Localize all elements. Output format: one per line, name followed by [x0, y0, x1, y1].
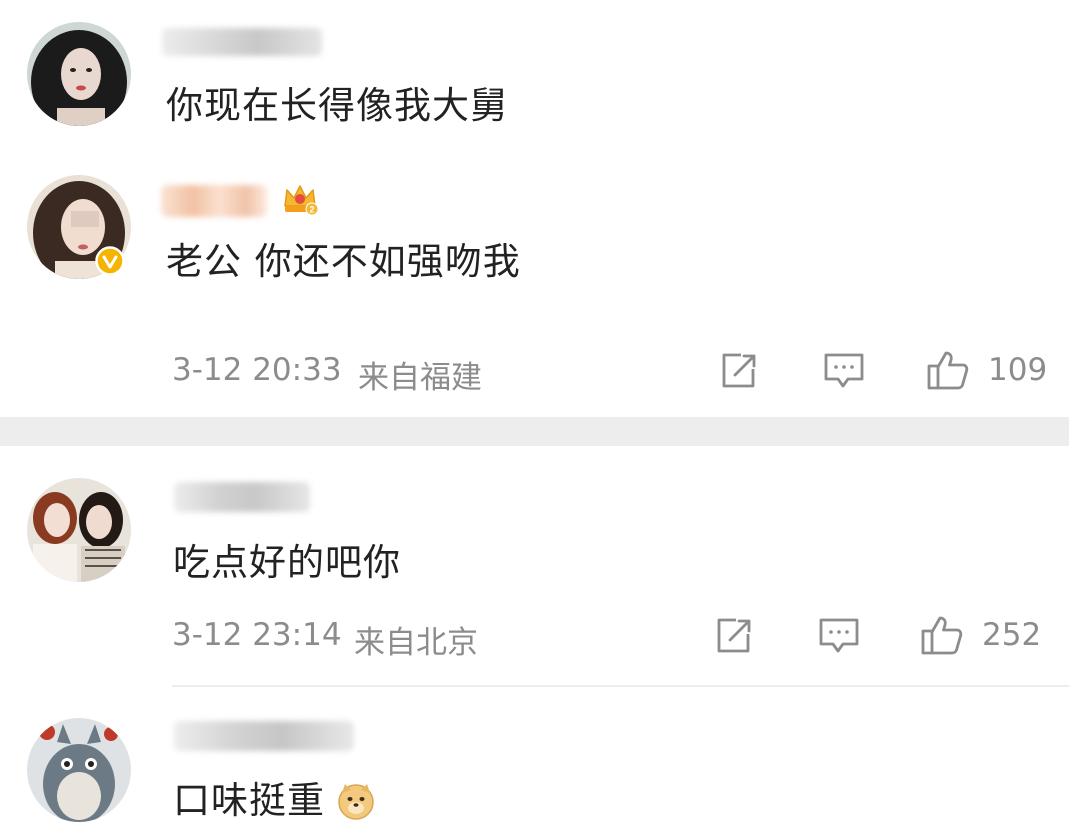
username-redacted[interactable]: [161, 185, 267, 217]
doge-emoji-icon: [338, 784, 374, 820]
timestamp: 3-12 20:33: [172, 352, 342, 388]
crown-badge-level: 2: [309, 205, 314, 215]
username-redacted[interactable]: [174, 721, 354, 751]
crown-badge-icon: 2: [284, 185, 319, 216]
username-redacted[interactable]: [174, 482, 310, 512]
comment-divider: [172, 685, 1069, 687]
like-icon[interactable]: [926, 348, 970, 392]
username-redacted[interactable]: [162, 28, 322, 56]
comment-icon[interactable]: [823, 350, 865, 392]
share-icon[interactable]: [714, 616, 754, 656]
avatar[interactable]: [27, 478, 131, 582]
avatar[interactable]: [27, 718, 131, 822]
location: 来自北京: [354, 625, 478, 661]
section-divider: [0, 417, 1069, 446]
verified-badge-icon: [95, 246, 125, 276]
comment-icon[interactable]: [818, 615, 860, 657]
avatar[interactable]: [27, 22, 131, 126]
comment-text: 口味挺重: [173, 779, 325, 822]
comment-text: 你现在长得像我大舅: [166, 84, 508, 127]
like-count: 252: [982, 617, 1042, 653]
comment-text: 老公 你还不如强吻我: [166, 240, 521, 283]
share-icon[interactable]: [719, 351, 759, 391]
timestamp: 3-12 23:14: [172, 617, 342, 653]
comment-text: 吃点好的吧你: [173, 541, 401, 584]
like-icon[interactable]: [920, 613, 964, 657]
like-count: 109: [988, 352, 1048, 388]
location: 来自福建: [358, 360, 482, 396]
